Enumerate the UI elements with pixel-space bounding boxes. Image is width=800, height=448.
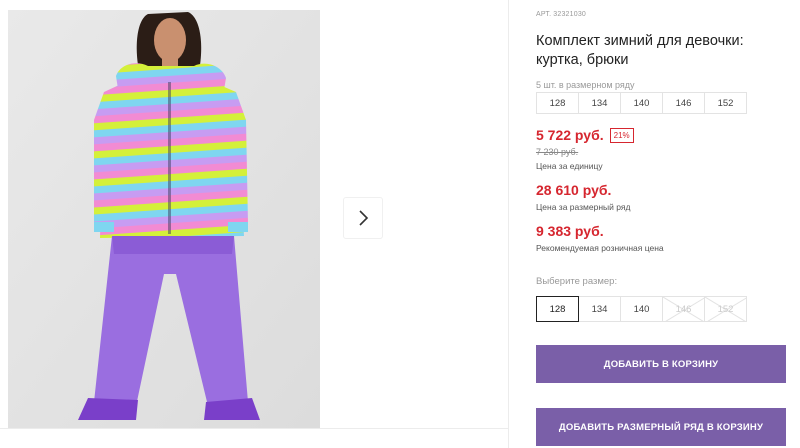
product-photo[interactable] — [8, 10, 320, 428]
add-to-cart-button[interactable]: ДОБАВИТЬ В КОРЗИНУ — [536, 345, 786, 383]
divider — [0, 428, 508, 429]
choose-size-label: Выберите размер: — [536, 276, 618, 287]
article-value: 32321030 — [553, 11, 587, 18]
size-option-140[interactable]: 140 — [620, 296, 663, 322]
article-prefix: АРТ. — [536, 11, 552, 18]
pack-size-cell: 140 — [620, 92, 663, 114]
pack-note: 5 шт. в размерном ряду — [536, 80, 635, 90]
pack-size-cell: 134 — [578, 92, 621, 114]
product-gallery — [0, 0, 508, 448]
pack-sizes: 128 134 140 146 152 — [536, 92, 747, 114]
unit-price-block: 5 722 руб. 21% — [536, 127, 634, 143]
rrp-price-label: Рекомендуемая розничная цена — [536, 243, 664, 253]
article-number: АРТ. 32321030 — [536, 11, 588, 18]
pack-price-label: Цена за размерный ряд — [536, 202, 631, 212]
chevron-right-icon — [359, 210, 369, 226]
size-option-128[interactable]: 128 — [536, 296, 579, 322]
pack-size-cell: 146 — [662, 92, 705, 114]
size-option-152[interactable]: 152 — [704, 296, 747, 322]
product-info: АРТ. 32321030 Комплект зимний для девочки… — [536, 0, 800, 448]
old-price: 7 230 руб. — [536, 147, 579, 157]
size-option-label: 146 — [675, 303, 692, 315]
product-title: Комплект зимний для девочки: куртка, брю… — [536, 33, 744, 68]
size-option-134[interactable]: 134 — [578, 296, 621, 322]
pack-size-cell: 152 — [704, 92, 747, 114]
pack-price: 28 610 руб. — [536, 182, 612, 198]
unit-price: 5 722 руб. — [536, 127, 604, 143]
size-selector: 128 134 140 146 152 — [536, 296, 747, 322]
discount-badge: 21% — [609, 127, 634, 143]
size-option-label: 152 — [717, 303, 734, 315]
girl-in-winter-suit-image — [8, 10, 320, 428]
add-pack-to-cart-button[interactable]: ДОБАВИТЬ РАЗМЕРНЫЙ РЯД В КОРЗИНУ — [536, 408, 786, 446]
next-image-button[interactable] — [344, 198, 382, 238]
pack-size-cell: 128 — [536, 92, 579, 114]
divider — [508, 0, 509, 448]
size-option-146[interactable]: 146 — [662, 296, 705, 322]
rrp-price: 9 383 руб. — [536, 223, 604, 239]
unit-price-label: Цена за единицу — [536, 161, 603, 171]
